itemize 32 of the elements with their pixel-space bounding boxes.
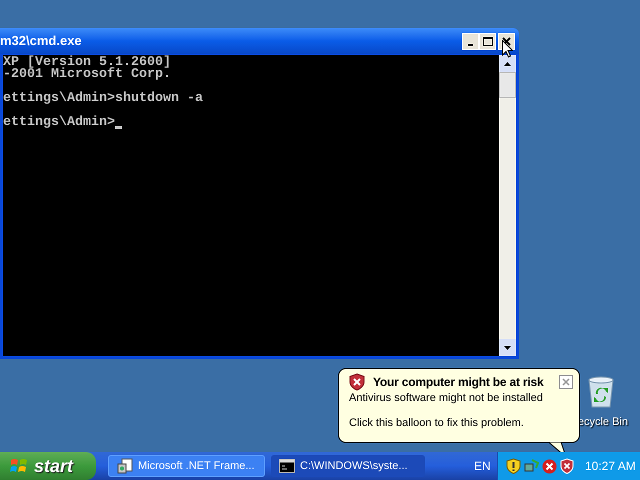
balloon-title: Your computer might be at risk: [373, 374, 544, 391]
console-line: XP [Version 5.1.2600]: [3, 57, 171, 69]
icon-label[interactable]: ecycle Bin: [578, 414, 628, 430]
clock[interactable]: 10:27 AM: [585, 457, 636, 475]
language-indicator[interactable]: EN: [474, 457, 491, 475]
scroll-thumb[interactable]: [499, 72, 516, 98]
console-line: ettings\Admin>shutdown -a: [3, 93, 203, 105]
maximize-button[interactable]: [479, 32, 496, 50]
windows-logo-icon: [10, 458, 28, 474]
scroll-up-icon[interactable]: [499, 55, 516, 72]
console-line: ettings\Admin>: [3, 117, 115, 129]
start-button[interactable]: start: [0, 452, 96, 480]
scrollbar[interactable]: [499, 55, 516, 356]
console-line: -2001 Microsoft Corp.: [3, 69, 171, 81]
balloon-text: Click this balloon to fix this problem.: [349, 417, 525, 430]
balloon-text: Antivirus software might not be installed: [349, 392, 544, 405]
network-icon[interactable]: [524, 458, 539, 474]
minimize-button[interactable]: [462, 32, 479, 50]
taskbar-button[interactable]: Microsoft .NET Frame...: [108, 455, 265, 477]
close-icon: [562, 378, 570, 386]
shield-icon: [349, 373, 365, 391]
error-icon[interactable]: [542, 458, 557, 474]
mouse-pointer-icon: [502, 40, 513, 58]
installer-icon: [117, 458, 133, 474]
console-icon: [279, 459, 295, 473]
window-title: m32\cmd.exe: [0, 32, 83, 50]
scroll-down-icon[interactable]: [499, 339, 516, 356]
shield-icon[interactable]: [506, 458, 521, 474]
notification-balloon[interactable]: Your computer might be at risk Antivirus software might not be installed Click this balloon to fix this problem.: [338, 368, 580, 443]
recycle-bin-icon[interactable]: [586, 376, 616, 408]
taskbar-button[interactable]: C:\WINDOWS\syste...: [271, 455, 425, 477]
close-icon: [502, 36, 511, 46]
